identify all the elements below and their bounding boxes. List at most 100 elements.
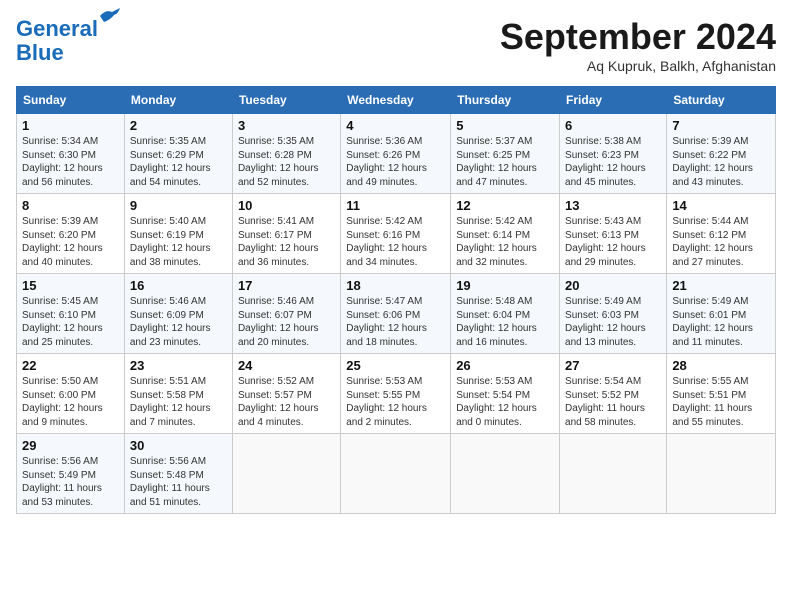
day-info: Sunrise: 5:40 AMSunset: 6:19 PMDaylight:… xyxy=(130,215,227,269)
day-info: Sunrise: 5:51 AMSunset: 5:58 PMDaylight:… xyxy=(130,375,227,429)
day-cell-29: 29 Sunrise: 5:56 AMSunset: 5:49 PMDayligh… xyxy=(17,434,125,514)
day-info: Sunrise: 5:53 AMSunset: 5:54 PMDaylight:… xyxy=(456,375,554,429)
day-cell-11: 11 Sunrise: 5:42 AMSunset: 6:16 PMDayligh… xyxy=(341,194,451,274)
day-info: Sunrise: 5:46 AMSunset: 6:09 PMDaylight:… xyxy=(130,295,227,349)
day-info: Sunrise: 5:46 AMSunset: 6:07 PMDaylight:… xyxy=(238,295,335,349)
day-number: 9 xyxy=(130,198,227,213)
calendar-week-1: 1 Sunrise: 5:34 AMSunset: 6:30 PMDaylight… xyxy=(17,114,776,194)
logo: General Blue xyxy=(16,16,98,66)
day-cell-1: 1 Sunrise: 5:34 AMSunset: 6:30 PMDaylight… xyxy=(17,114,125,194)
day-cell-3: 3Sunrise: 5:35 AMSunset: 6:28 PMDaylight… xyxy=(232,114,340,194)
day-number: 2 xyxy=(130,118,227,133)
day-info: Sunrise: 5:49 AMSunset: 6:03 PMDaylight:… xyxy=(565,295,661,349)
day-number: 19 xyxy=(456,278,554,293)
day-cell-2: 2 Sunrise: 5:35 AMSunset: 6:29 PMDaylight… xyxy=(124,114,232,194)
col-header-saturday: Saturday xyxy=(667,87,776,114)
col-header-monday: Monday xyxy=(124,87,232,114)
day-info: Sunrise: 5:52 AMSunset: 5:57 PMDaylight:… xyxy=(238,375,335,429)
day-info: Sunrise: 5:42 AMSunset: 6:16 PMDaylight:… xyxy=(346,215,445,269)
day-number: 27 xyxy=(565,358,661,373)
day-cell-28: 28Sunrise: 5:55 AMSunset: 5:51 PMDayligh… xyxy=(667,354,776,434)
location: Aq Kupruk, Balkh, Afghanistan xyxy=(500,58,776,74)
col-header-friday: Friday xyxy=(560,87,667,114)
calendar-week-3: 15 Sunrise: 5:45 AMSunset: 6:10 PMDayligh… xyxy=(17,274,776,354)
day-info: Sunrise: 5:55 AMSunset: 5:51 PMDaylight:… xyxy=(672,375,770,429)
day-info: Sunrise: 5:45 AMSunset: 6:10 PMDaylight:… xyxy=(22,295,119,349)
empty-cell xyxy=(341,434,451,514)
day-info: Sunrise: 5:37 AMSunset: 6:25 PMDaylight:… xyxy=(456,135,554,189)
day-cell-14: 14 Sunrise: 5:44 AMSunset: 6:12 PMDayligh… xyxy=(667,194,776,274)
day-cell-23: 23 Sunrise: 5:51 AMSunset: 5:58 PMDayligh… xyxy=(124,354,232,434)
day-cell-12: 12Sunrise: 5:42 AMSunset: 6:14 PMDayligh… xyxy=(451,194,560,274)
day-number: 5 xyxy=(456,118,554,133)
day-info: Sunrise: 5:44 AMSunset: 6:12 PMDaylight:… xyxy=(672,215,770,269)
logo-blue: Blue xyxy=(16,40,64,66)
day-cell-25: 25Sunrise: 5:53 AMSunset: 5:55 PMDayligh… xyxy=(341,354,451,434)
day-number: 14 xyxy=(672,198,770,213)
day-cell-30: 30Sunrise: 5:56 AMSunset: 5:48 PMDayligh… xyxy=(124,434,232,514)
day-info: Sunrise: 5:36 AMSunset: 6:26 PMDaylight:… xyxy=(346,135,445,189)
day-cell-16: 16Sunrise: 5:46 AMSunset: 6:09 PMDayligh… xyxy=(124,274,232,354)
day-info: Sunrise: 5:34 AMSunset: 6:30 PMDaylight:… xyxy=(22,135,119,189)
day-info: Sunrise: 5:42 AMSunset: 6:14 PMDaylight:… xyxy=(456,215,554,269)
day-number: 1 xyxy=(22,118,119,133)
day-cell-6: 6 Sunrise: 5:38 AMSunset: 6:23 PMDaylight… xyxy=(560,114,667,194)
day-number: 26 xyxy=(456,358,554,373)
calendar-table: SundayMondayTuesdayWednesdayThursdayFrid… xyxy=(16,86,776,514)
day-info: Sunrise: 5:35 AMSunset: 6:29 PMDaylight:… xyxy=(130,135,227,189)
day-cell-8: 8 Sunrise: 5:39 AMSunset: 6:20 PMDaylight… xyxy=(17,194,125,274)
day-number: 18 xyxy=(346,278,445,293)
day-info: Sunrise: 5:39 AMSunset: 6:22 PMDaylight:… xyxy=(672,135,770,189)
col-header-tuesday: Tuesday xyxy=(232,87,340,114)
day-info: Sunrise: 5:39 AMSunset: 6:20 PMDaylight:… xyxy=(22,215,119,269)
day-number: 21 xyxy=(672,278,770,293)
calendar-week-2: 8 Sunrise: 5:39 AMSunset: 6:20 PMDaylight… xyxy=(17,194,776,274)
empty-cell xyxy=(232,434,340,514)
title-block: September 2024 Aq Kupruk, Balkh, Afghani… xyxy=(500,16,776,74)
day-number: 24 xyxy=(238,358,335,373)
day-number: 15 xyxy=(22,278,119,293)
day-number: 25 xyxy=(346,358,445,373)
day-info: Sunrise: 5:47 AMSunset: 6:06 PMDaylight:… xyxy=(346,295,445,349)
calendar-week-4: 22 Sunrise: 5:50 AMSunset: 6:00 PMDayligh… xyxy=(17,354,776,434)
day-number: 23 xyxy=(130,358,227,373)
day-info: Sunrise: 5:43 AMSunset: 6:13 PMDaylight:… xyxy=(565,215,661,269)
day-info: Sunrise: 5:35 AMSunset: 6:28 PMDaylight:… xyxy=(238,135,335,189)
day-cell-5: 5 Sunrise: 5:37 AMSunset: 6:25 PMDaylight… xyxy=(451,114,560,194)
day-cell-26: 26 Sunrise: 5:53 AMSunset: 5:54 PMDayligh… xyxy=(451,354,560,434)
page-header: General Blue September 2024 Aq Kupruk, B… xyxy=(16,16,776,74)
day-number: 20 xyxy=(565,278,661,293)
day-number: 13 xyxy=(565,198,661,213)
day-number: 10 xyxy=(238,198,335,213)
day-cell-13: 13 Sunrise: 5:43 AMSunset: 6:13 PMDayligh… xyxy=(560,194,667,274)
day-cell-7: 7Sunrise: 5:39 AMSunset: 6:22 PMDaylight… xyxy=(667,114,776,194)
day-number: 6 xyxy=(565,118,661,133)
calendar-header-row: SundayMondayTuesdayWednesdayThursdayFrid… xyxy=(17,87,776,114)
day-cell-10: 10Sunrise: 5:41 AMSunset: 6:17 PMDayligh… xyxy=(232,194,340,274)
day-cell-19: 19Sunrise: 5:48 AMSunset: 6:04 PMDayligh… xyxy=(451,274,560,354)
calendar-week-5: 29 Sunrise: 5:56 AMSunset: 5:49 PMDayligh… xyxy=(17,434,776,514)
day-number: 22 xyxy=(22,358,119,373)
day-number: 30 xyxy=(130,438,227,453)
day-number: 8 xyxy=(22,198,119,213)
day-info: Sunrise: 5:50 AMSunset: 6:00 PMDaylight:… xyxy=(22,375,119,429)
day-cell-24: 24 Sunrise: 5:52 AMSunset: 5:57 PMDayligh… xyxy=(232,354,340,434)
col-header-wednesday: Wednesday xyxy=(341,87,451,114)
day-cell-18: 18 Sunrise: 5:47 AMSunset: 6:06 PMDayligh… xyxy=(341,274,451,354)
col-header-sunday: Sunday xyxy=(17,87,125,114)
day-info: Sunrise: 5:38 AMSunset: 6:23 PMDaylight:… xyxy=(565,135,661,189)
day-number: 17 xyxy=(238,278,335,293)
day-cell-17: 17 Sunrise: 5:46 AMSunset: 6:07 PMDayligh… xyxy=(232,274,340,354)
day-info: Sunrise: 5:56 AMSunset: 5:49 PMDaylight:… xyxy=(22,455,119,509)
empty-cell xyxy=(667,434,776,514)
day-number: 11 xyxy=(346,198,445,213)
day-cell-20: 20 Sunrise: 5:49 AMSunset: 6:03 PMDayligh… xyxy=(560,274,667,354)
day-cell-22: 22 Sunrise: 5:50 AMSunset: 6:00 PMDayligh… xyxy=(17,354,125,434)
month-title: September 2024 xyxy=(500,16,776,58)
day-cell-15: 15 Sunrise: 5:45 AMSunset: 6:10 PMDayligh… xyxy=(17,274,125,354)
day-number: 29 xyxy=(22,438,119,453)
logo-general: General xyxy=(16,16,98,41)
logo-bird-icon xyxy=(98,8,120,24)
day-number: 4 xyxy=(346,118,445,133)
col-header-thursday: Thursday xyxy=(451,87,560,114)
